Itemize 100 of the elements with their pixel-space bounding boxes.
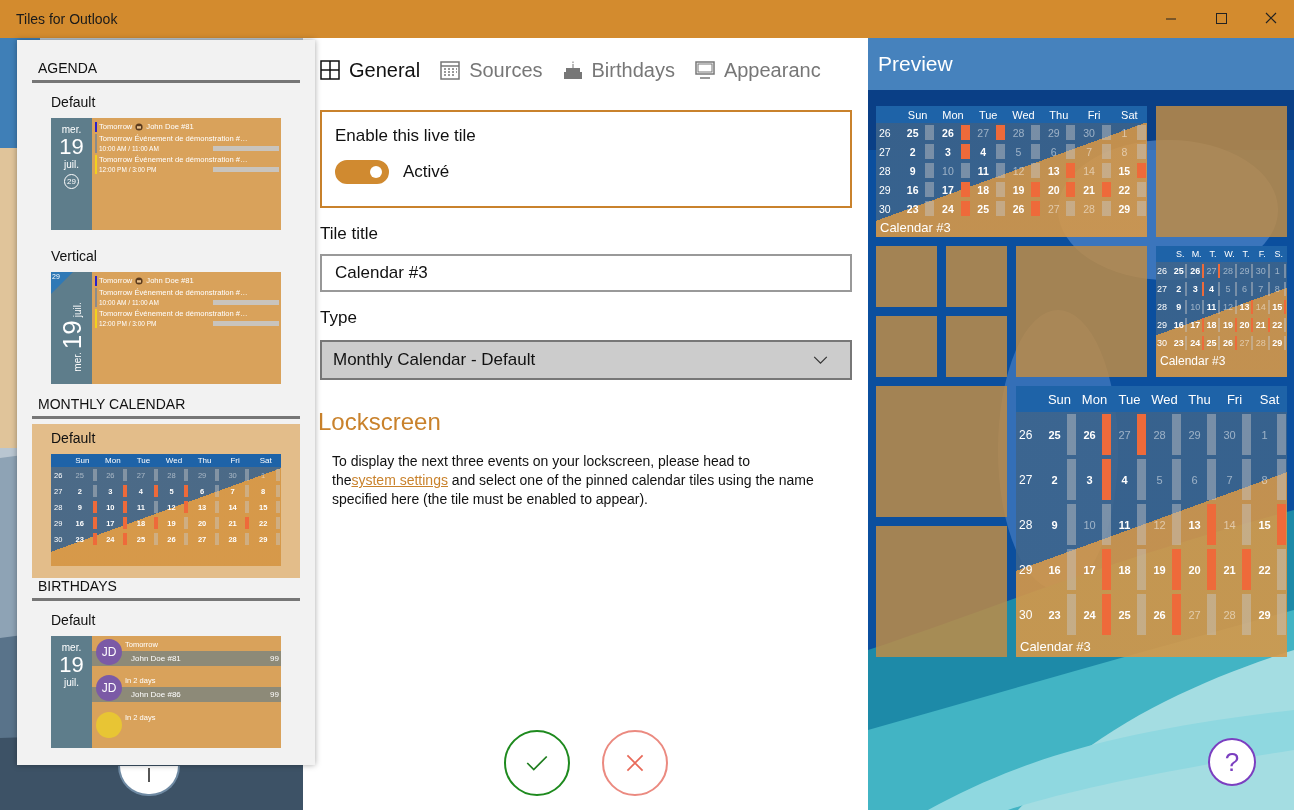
weekday-label: Thu bbox=[1187, 391, 1212, 407]
age-text: 99 bbox=[270, 690, 279, 700]
calendar-day: 3 bbox=[935, 145, 961, 158]
calendar-day: 10 bbox=[935, 164, 961, 177]
weekday-label: S. bbox=[1273, 249, 1285, 259]
calendar-day: 27 bbox=[1204, 266, 1219, 276]
weekday-label: Tue bbox=[977, 108, 999, 121]
week-number: 26 bbox=[1156, 266, 1168, 276]
calendar-day: 28 bbox=[1217, 608, 1242, 621]
calendar-day: 5 bbox=[1005, 145, 1032, 158]
person-name: John Doe #86 bbox=[131, 690, 181, 700]
section-heading: MONTHLY CALENDAR bbox=[32, 396, 300, 419]
calendar-day: 29 bbox=[1111, 202, 1137, 215]
person-name: John Doe #81 bbox=[131, 654, 181, 663]
tab[interactable]: Appearanc bbox=[694, 58, 821, 82]
calendar-day: 23 bbox=[1042, 608, 1067, 621]
toggle-label: Activé bbox=[403, 162, 450, 182]
weekday-label: Tue bbox=[135, 456, 152, 465]
week-number: 29 bbox=[1018, 562, 1034, 577]
calendar-day: 13 bbox=[1182, 518, 1207, 531]
weekday-label: Thu bbox=[1048, 108, 1070, 121]
field-label: Tile title bbox=[320, 224, 379, 244]
weekday-text: mer. bbox=[71, 352, 83, 372]
calendar-day: 29 bbox=[1252, 608, 1277, 621]
time-bar bbox=[213, 300, 279, 305]
calendar-day: 30 bbox=[1217, 428, 1242, 441]
calendar-day: 23 bbox=[1172, 338, 1186, 348]
weekday-label: Thu bbox=[196, 456, 213, 465]
tab[interactable]: Sources bbox=[440, 58, 543, 82]
calendar-day: 26 bbox=[1077, 428, 1102, 441]
week-number: 30 bbox=[1018, 607, 1034, 622]
calendar-day: 18 bbox=[1112, 563, 1137, 576]
field-label: Type bbox=[320, 308, 358, 328]
calendar-day: 13 bbox=[1041, 164, 1067, 177]
calendar-day: 9 bbox=[1042, 518, 1067, 531]
calendar-day: 21 bbox=[1076, 183, 1102, 196]
calendar-day: 25 bbox=[1204, 338, 1219, 348]
calendar-day: 30 bbox=[1254, 266, 1268, 276]
section-heading: AGENDA bbox=[32, 60, 300, 83]
week-number: 29 bbox=[878, 183, 892, 196]
weekday-label: Mon bbox=[941, 108, 965, 121]
calendar-day: 16 bbox=[900, 183, 926, 196]
week-number: 30 bbox=[1156, 338, 1168, 348]
tab[interactable]: Birthdays bbox=[562, 58, 675, 82]
tile-type-label: Default bbox=[51, 612, 97, 628]
calendar-day: 8 bbox=[1252, 473, 1277, 486]
calendar-day: 18 bbox=[970, 183, 996, 196]
weekday-label: Mon bbox=[1080, 391, 1109, 407]
tile bbox=[876, 246, 937, 307]
calendar-day: 15 bbox=[1252, 518, 1277, 531]
calendar-day: 29 bbox=[1270, 338, 1284, 348]
weekday-label: Sat bbox=[1258, 391, 1281, 407]
tab[interactable]: General bbox=[320, 58, 421, 82]
calendar-day: 28 bbox=[1147, 428, 1172, 441]
tile-type-label: Vertical bbox=[51, 248, 98, 264]
weekday-text: mer. bbox=[61, 642, 82, 653]
weekday-label: Sun bbox=[906, 108, 929, 121]
calendar-day: 15 bbox=[1111, 164, 1137, 177]
calendar-day: 19 bbox=[1005, 183, 1032, 196]
weekday-label: W. bbox=[1223, 249, 1236, 259]
calendar-day: 5 bbox=[1147, 473, 1172, 486]
weekday-label: Tue bbox=[1117, 391, 1142, 407]
avatar: JD bbox=[96, 675, 122, 702]
calendar-day: 1 bbox=[1270, 266, 1284, 276]
tile-title-field[interactable]: Calendar #3 bbox=[320, 254, 852, 292]
calendar-day: 24 bbox=[1077, 608, 1102, 621]
calendar-day: 17 bbox=[1188, 320, 1202, 330]
week-number: 27 bbox=[1156, 284, 1168, 294]
dropdown-value: Monthly Calendar - Default bbox=[333, 350, 536, 370]
calendar-day: 7 bbox=[1076, 145, 1102, 158]
age-text: 99 bbox=[270, 654, 279, 663]
section-heading: BIRTHDAYS bbox=[32, 578, 300, 601]
calendar-day: 10 bbox=[1188, 302, 1202, 312]
calendar-day: 12 bbox=[1147, 518, 1172, 531]
calendar-day: 21 bbox=[1217, 563, 1242, 576]
month-text: juil. bbox=[64, 159, 79, 170]
time-bar bbox=[213, 146, 279, 151]
calendar-day: 29 bbox=[1041, 126, 1067, 139]
time-bar bbox=[213, 167, 279, 172]
window-title: Tiles for Outlook bbox=[16, 11, 118, 27]
tile-title: Calendar #3 bbox=[1019, 638, 1092, 656]
calendar-day: 28 bbox=[1254, 338, 1268, 348]
toggle-switch[interactable] bbox=[335, 160, 389, 184]
type-dropdown[interactable]: Monthly Calendar - Default bbox=[320, 340, 852, 380]
calendar-day: 26 bbox=[1221, 338, 1235, 348]
calendar-day: 7 bbox=[1217, 473, 1242, 486]
calendar-day: 1 bbox=[1111, 126, 1137, 139]
calendar-day: 19 bbox=[1221, 320, 1235, 330]
tile-type-label: Default bbox=[51, 94, 97, 110]
time-bar bbox=[213, 321, 279, 326]
calendar-day: 22 bbox=[1252, 563, 1277, 576]
week-number: 28 bbox=[1156, 302, 1168, 312]
calendar-day: 11 bbox=[1204, 302, 1219, 312]
weekday-label: T. bbox=[1208, 249, 1218, 259]
calendar-day: 20 bbox=[1041, 183, 1067, 196]
weekday-label: S. bbox=[1174, 249, 1186, 259]
calendar-day: 5 bbox=[1221, 284, 1235, 294]
week-number: 26 bbox=[1018, 427, 1034, 442]
calendar-day: 25 bbox=[1112, 608, 1137, 621]
weekday-label: Fri bbox=[1225, 391, 1244, 407]
